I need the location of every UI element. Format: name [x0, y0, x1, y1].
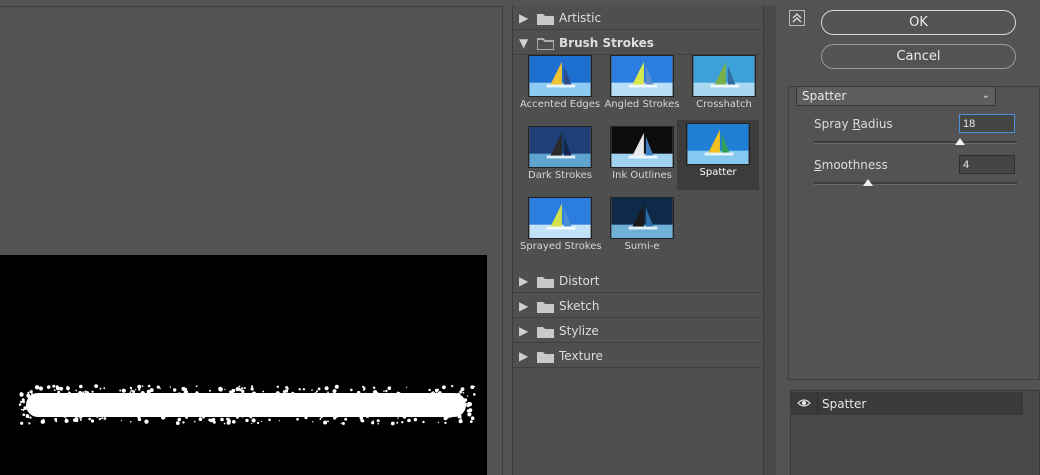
- expand-arrow-icon[interactable]: ▶: [519, 350, 531, 362]
- thumbnail-label: Ink Outlines: [612, 170, 672, 181]
- category-distort[interactable]: ▶ Distort: [513, 269, 761, 293]
- thumbnail-image: [528, 55, 592, 97]
- category-label: Stylize: [559, 323, 599, 338]
- collapse-up-icon[interactable]: [789, 10, 805, 26]
- thumbnail-sprayed-strokes[interactable]: Sprayed Strokes: [520, 194, 602, 264]
- category-label: Texture: [559, 348, 603, 363]
- slider-thumb[interactable]: [863, 179, 873, 186]
- category-sketch[interactable]: ▶ Sketch: [513, 294, 761, 318]
- thumbnail-angled-strokes[interactable]: Angled Strokes: [602, 52, 682, 122]
- category-stylize[interactable]: ▶ Stylize: [513, 319, 761, 343]
- expand-arrow-icon[interactable]: ▶: [519, 275, 531, 287]
- filter-select[interactable]: Spatter ⌄: [796, 86, 996, 106]
- category-label: Brush Strokes: [559, 35, 654, 50]
- spatter-stroke-preview: [18, 384, 476, 426]
- ok-button[interactable]: OK: [821, 10, 1016, 35]
- spray-radius-label: Spray Radius: [814, 117, 893, 131]
- smoothness-label: Smoothness: [814, 158, 888, 172]
- thumbnail-label: Sumi-e: [624, 241, 660, 252]
- filter-gallery: ▶ Artistic ▼ Brush Strokes Accented Edge…: [512, 6, 776, 475]
- thumbnail-label: Angled Strokes: [604, 99, 680, 110]
- category-label: Distort: [559, 273, 600, 288]
- category-texture[interactable]: ▶ Texture: [513, 344, 761, 368]
- thumbnail-crosshatch[interactable]: Crosshatch: [684, 52, 764, 122]
- settings-panel: OK Cancel Spatter ⌄ Spray Radius Smoothn…: [781, 6, 1040, 475]
- spray-radius-slider[interactable]: [814, 138, 1017, 145]
- thumbnail-label: Accented Edges: [520, 99, 601, 110]
- spray-radius-input[interactable]: [959, 114, 1015, 133]
- thumbnail-image: [686, 123, 750, 165]
- cancel-button[interactable]: Cancel: [821, 44, 1016, 69]
- slider-thumb[interactable]: [955, 138, 965, 145]
- thumbnail-image: [610, 126, 674, 168]
- folder-icon: [537, 325, 554, 338]
- thumbnail-image: [610, 55, 674, 97]
- filter-select-value: Spatter: [802, 89, 847, 103]
- expand-arrow-icon[interactable]: ▶: [519, 12, 531, 24]
- thumbnail-label: Sprayed Strokes: [520, 241, 602, 252]
- preview-canvas[interactable]: [0, 255, 487, 475]
- effect-layers-panel: Spatter: [790, 390, 1040, 475]
- smoothness-input[interactable]: [959, 155, 1015, 174]
- gallery-scrollbar[interactable]: [763, 6, 776, 475]
- folder-icon: [537, 275, 554, 288]
- smoothness-slider[interactable]: [814, 179, 1017, 186]
- folder-icon: [537, 300, 554, 313]
- thumbnail-spatter[interactable]: Spatter: [677, 120, 759, 190]
- collapse-arrow-icon[interactable]: ▼: [519, 37, 531, 49]
- category-label: Artistic: [559, 10, 602, 25]
- category-artistic[interactable]: ▶ Artistic: [513, 6, 761, 30]
- folder-icon: [537, 350, 554, 363]
- thumbnail-image: [528, 126, 592, 168]
- thumbnail-dark-strokes[interactable]: Dark Strokes: [520, 123, 600, 193]
- preview-area: [0, 6, 503, 475]
- eye-icon[interactable]: [797, 396, 811, 410]
- thumbnail-label: Spatter: [699, 167, 737, 178]
- thumbnail-image: [528, 197, 592, 239]
- thumbnail-sumi-e[interactable]: Sumi-e: [602, 194, 682, 264]
- chevron-down-icon: ⌄: [981, 90, 990, 101]
- thumbnail-label: Crosshatch: [696, 99, 752, 110]
- folder-open-icon: [536, 37, 555, 51]
- thumbnail-label: Dark Strokes: [528, 170, 592, 181]
- category-label: Sketch: [559, 298, 600, 313]
- thumbnail-image: [692, 55, 756, 97]
- expand-arrow-icon[interactable]: ▶: [519, 325, 531, 337]
- thumbnail-ink-outlines[interactable]: Ink Outlines: [602, 123, 682, 193]
- thumbnail-image: [610, 197, 674, 239]
- folder-icon: [537, 12, 554, 25]
- thumbnail-accented-edges[interactable]: Accented Edges: [520, 52, 600, 122]
- divider: [817, 392, 818, 415]
- effect-layer-row[interactable]: Spatter: [791, 392, 1023, 415]
- effect-layer-name: Spatter: [822, 397, 867, 411]
- expand-arrow-icon[interactable]: ▶: [519, 300, 531, 312]
